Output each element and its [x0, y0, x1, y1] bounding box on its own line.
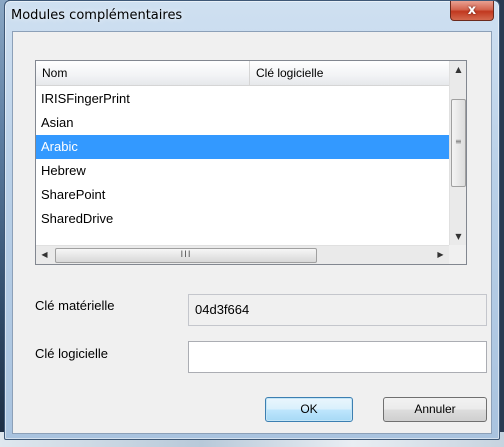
hardware-key-field: 04d3f664: [188, 294, 487, 326]
list-header: Nom Clé logicielle: [36, 61, 449, 86]
column-header-cle-logicielle[interactable]: Clé logicielle: [250, 61, 449, 86]
close-icon: x: [467, 3, 477, 18]
list-item-irisfingerprint[interactable]: IRISFingerPrint: [36, 87, 449, 111]
vertical-scroll-thumb[interactable]: ≡: [451, 99, 466, 187]
column-header-nom[interactable]: Nom: [36, 61, 250, 86]
horizontal-scrollbar[interactable]: ◀ III ▶: [36, 245, 449, 264]
grip-icon: ≡: [455, 137, 462, 146]
list-item-sharepoint[interactable]: SharePoint: [36, 183, 449, 207]
software-key-input[interactable]: [188, 341, 487, 373]
window-title: Modules complémentaires: [11, 8, 183, 23]
cancel-button[interactable]: Annuler: [383, 397, 487, 422]
list-item-arabic[interactable]: Arabic: [36, 135, 449, 159]
scroll-down-icon[interactable]: ▼: [450, 228, 467, 245]
scroll-right-icon[interactable]: ▶: [432, 246, 449, 264]
software-key-label: Clé logicielle: [35, 346, 108, 361]
scroll-up-icon[interactable]: ▲: [450, 61, 467, 78]
modules-list[interactable]: Nom Clé logicielle IRISFingerPrint Asian…: [35, 60, 467, 265]
scroll-left-icon[interactable]: ◀: [36, 246, 53, 264]
hardware-key-label: Clé matérielle: [35, 298, 115, 313]
list-rows: IRISFingerPrint Asian Arabic Hebrew Shar…: [36, 87, 449, 231]
ok-button[interactable]: OK: [265, 397, 353, 422]
title-bar[interactable]: Modules complémentaires x: [5, 1, 499, 31]
list-item-asian[interactable]: Asian: [36, 111, 449, 135]
vertical-scrollbar[interactable]: ▲ ≡ ▼: [449, 61, 466, 245]
scrollbar-corner: [449, 245, 466, 264]
close-button[interactable]: x: [450, 1, 494, 21]
modules-dialog: Modules complémentaires x Nom Clé logici…: [4, 0, 500, 440]
list-item-hebrew[interactable]: Hebrew: [36, 159, 449, 183]
dialog-client-area: Nom Clé logicielle IRISFingerPrint Asian…: [12, 31, 492, 434]
list-item-shareddrive[interactable]: SharedDrive: [36, 207, 449, 231]
horizontal-scroll-thumb[interactable]: III: [55, 248, 317, 263]
